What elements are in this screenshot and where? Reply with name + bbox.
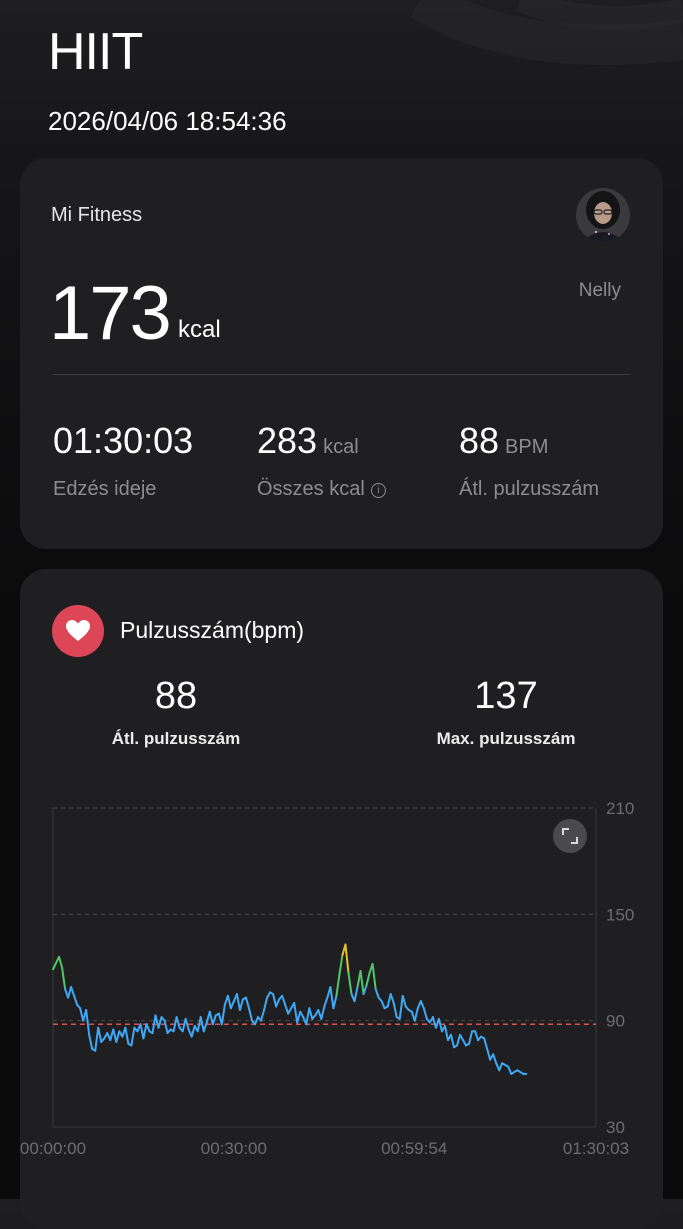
heart-rate-line-segment — [359, 970, 365, 996]
heart-rate-line-segment — [492, 1053, 498, 1065]
heart-rate-line-segment — [380, 1000, 386, 1010]
heart-rate-line-segment — [308, 1007, 314, 1020]
heart-rate-line-segment — [449, 1033, 455, 1049]
heart-rate-line-segment — [247, 1007, 253, 1022]
heart-rate-line-segment — [386, 993, 392, 1008]
heart-rate-line-segment — [115, 1030, 121, 1043]
heart-rate-line-segment — [124, 1026, 130, 1045]
heart-rate-line-segment — [61, 966, 67, 990]
heart-rate-line-segment — [238, 998, 244, 1012]
heart-rate-line-segment — [398, 994, 404, 1020]
heart-rate-line-segment — [281, 994, 287, 1006]
heart-rate-line-segment — [190, 1024, 196, 1038]
heart-rate-line-segment — [374, 987, 380, 999]
heart-rate-chart: 30 90 150 210 00:00:00 00:30:00 00:59:54 01:30:… — [20, 799, 634, 1158]
heart-rate-line-segment — [163, 1019, 169, 1035]
expand-chart-button[interactable] — [553, 819, 587, 853]
heart-rate-line-segment — [142, 1023, 148, 1040]
heart-rate-line-segment — [335, 973, 341, 997]
x-tick-label: 00:00:00 — [20, 1139, 86, 1158]
y-tick-label: 150 — [606, 905, 634, 924]
heart-rate-line-segment — [456, 1033, 462, 1047]
heart-rate-line-segment — [362, 984, 368, 996]
heart-rate-line-segment — [305, 1007, 311, 1026]
y-tick-label: 30 — [606, 1118, 625, 1137]
heart-rate-line-segment — [486, 1048, 492, 1061]
y-tick-label: 210 — [606, 799, 634, 818]
heart-rate-line-segment — [226, 994, 232, 1010]
heart-rate-line-segment — [483, 1037, 489, 1051]
heart-rate-line-segment — [85, 1009, 91, 1036]
heart-rate-line-segment — [272, 993, 278, 1008]
heart-rate-line-segment — [419, 1000, 425, 1010]
heart-rate-line-segment — [260, 1009, 266, 1022]
heart-rate-line-segment — [145, 1023, 151, 1033]
heart-rate-line-segment — [73, 994, 79, 1006]
heart-rate-line-segment — [498, 1062, 504, 1072]
heart-rate-line-segment — [353, 985, 359, 1003]
heart-rate-line-segment — [347, 971, 353, 996]
heart-rate-line-segment — [329, 985, 335, 1010]
heart-rate-line-segment — [157, 1016, 163, 1029]
heart-rate-line-segment — [229, 1000, 235, 1010]
heart-rate-line-segment — [235, 993, 241, 1012]
heart-rate-line-segment — [94, 1026, 100, 1052]
heart-rate-line-segment — [371, 962, 377, 990]
heart-rate-line-segment — [344, 943, 350, 974]
heart-rate-line-segment — [208, 1010, 214, 1026]
expand-button-background[interactable] — [553, 819, 587, 853]
heart-rate-line-segment — [263, 996, 269, 1012]
heart-rate-line-segment — [97, 1026, 103, 1043]
heart-rate-line-segment — [443, 1024, 449, 1042]
heart-rate-line-segment — [58, 955, 64, 969]
heart-rate-line-segment — [474, 1030, 480, 1042]
heart-rate-line-segment — [389, 993, 395, 1004]
heart-rate-line-segment — [70, 985, 76, 997]
heart-rate-line-segment — [413, 1007, 419, 1022]
heart-rate-line-segment — [211, 1014, 217, 1026]
heart-rate-line-segment — [332, 994, 338, 1010]
heart-rate-line-segment — [202, 1021, 208, 1033]
heart-rate-line-segment — [320, 1005, 326, 1020]
heart-rate-line-segment — [244, 996, 250, 1010]
heart-rate-line-segment — [88, 1033, 94, 1051]
heart-rate-line-segment — [52, 955, 61, 971]
heart-rate-line-segment — [507, 1065, 513, 1075]
heart-rate-line-segment — [275, 998, 281, 1008]
y-tick-label: 90 — [606, 1012, 625, 1031]
heart-rate-line-segment — [293, 1001, 299, 1024]
heart-rate-line-segment — [284, 1003, 290, 1015]
heart-rate-line-segment — [220, 1003, 226, 1026]
heart-rate-line-segment — [175, 1016, 181, 1029]
x-tick-label: 00:59:54 — [381, 1139, 447, 1158]
heart-rate-line-segment — [468, 1030, 474, 1045]
x-tick-label: 01:30:03 — [563, 1139, 629, 1158]
heart-rate-line-segment — [422, 1007, 428, 1020]
heart-rate-line-segment — [338, 954, 344, 976]
heart-rate-line-segment — [323, 996, 329, 1008]
heart-rate-line-segment — [254, 1016, 260, 1026]
x-tick-label: 00:30:00 — [201, 1139, 267, 1158]
heart-rate-line-segment — [130, 1026, 136, 1047]
heart-rate-line-segment — [392, 1001, 398, 1019]
heart-rate-line-segment — [296, 1010, 302, 1024]
heart-rate-line-segment — [401, 994, 407, 1008]
heart-rate-line-segment — [365, 971, 371, 987]
